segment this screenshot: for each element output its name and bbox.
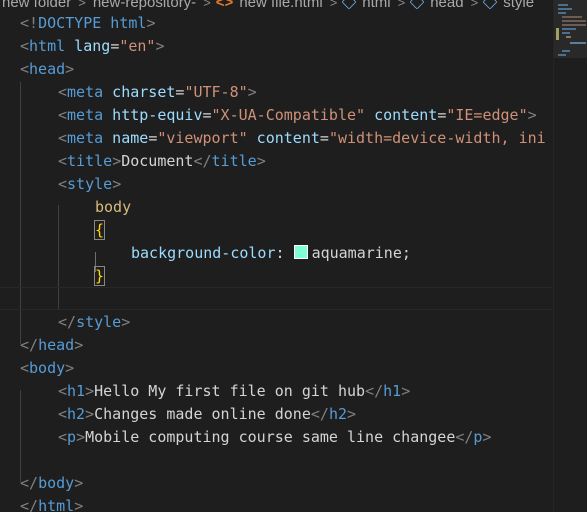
minimap[interactable] [553, 0, 587, 512]
current-line-highlight [0, 287, 553, 310]
code-line-9: body [95, 198, 132, 216]
code-line-6: <meta name="viewport" content="width=dev… [58, 129, 546, 147]
code-line-7: <title>Document</title> [58, 152, 266, 170]
element-cube-icon [482, 0, 498, 10]
code-line-15: </head> [20, 336, 84, 354]
code-line-2: <html lang="en"> [20, 37, 165, 55]
indent-guide [20, 390, 21, 482]
breadcrumb-item-file[interactable]: new file.html [237, 0, 324, 11]
code-line-12: } [93, 266, 106, 286]
indent-guide [58, 240, 59, 290]
breadcrumb-item-head[interactable]: head [428, 0, 465, 11]
breadcrumb-separator: > [397, 0, 406, 10]
code-line-1: <!DOCTYPE html> [20, 14, 156, 32]
code-line-8: <style> [58, 175, 122, 193]
breadcrumb-item-repository[interactable]: new-repository- [91, 0, 198, 11]
code-line-10: { [93, 220, 106, 240]
code-editor[interactable]: <!DOCTYPE html> <html lang="en"> <head> … [0, 12, 553, 512]
code-line-3: <head> [20, 60, 75, 78]
breadcrumb-separator: > [329, 0, 338, 10]
breadcrumb: new folder > new-repository- > <> new fi… [0, 0, 555, 12]
color-swatch[interactable] [293, 245, 308, 259]
code-line-5: <meta http-equiv="X-UA-Compatible" conte… [58, 106, 537, 124]
breadcrumb-separator: > [203, 0, 211, 10]
code-line-18: <h2>Changes made online done</h2> [58, 405, 357, 423]
minimap-cursor-marker [556, 28, 559, 40]
code-line-22: </html> [20, 497, 84, 512]
breadcrumb-item-html[interactable]: html [360, 0, 392, 11]
breadcrumb-separator: > [78, 0, 86, 10]
code-line-11: background-color: aquamarine; [131, 244, 411, 262]
breadcrumb-item-style[interactable]: style [501, 0, 536, 11]
code-line-14: </style> [58, 313, 131, 331]
breadcrumb-separator: > [470, 0, 479, 10]
code-line-16: <body> [20, 359, 75, 377]
breadcrumb-item-folder[interactable]: new folder [0, 0, 73, 11]
code-line-17: <h1>Hello My first file on git hub</h1> [58, 382, 411, 400]
code-line-4: <meta charset="UTF-8"> [58, 83, 257, 101]
element-cube-icon [341, 0, 357, 10]
code-line-21: </body> [20, 474, 84, 492]
code-line-19: <p>Mobile computing course same line cha… [58, 428, 492, 446]
html5-icon: <> [215, 0, 234, 11]
element-cube-icon [409, 0, 425, 10]
